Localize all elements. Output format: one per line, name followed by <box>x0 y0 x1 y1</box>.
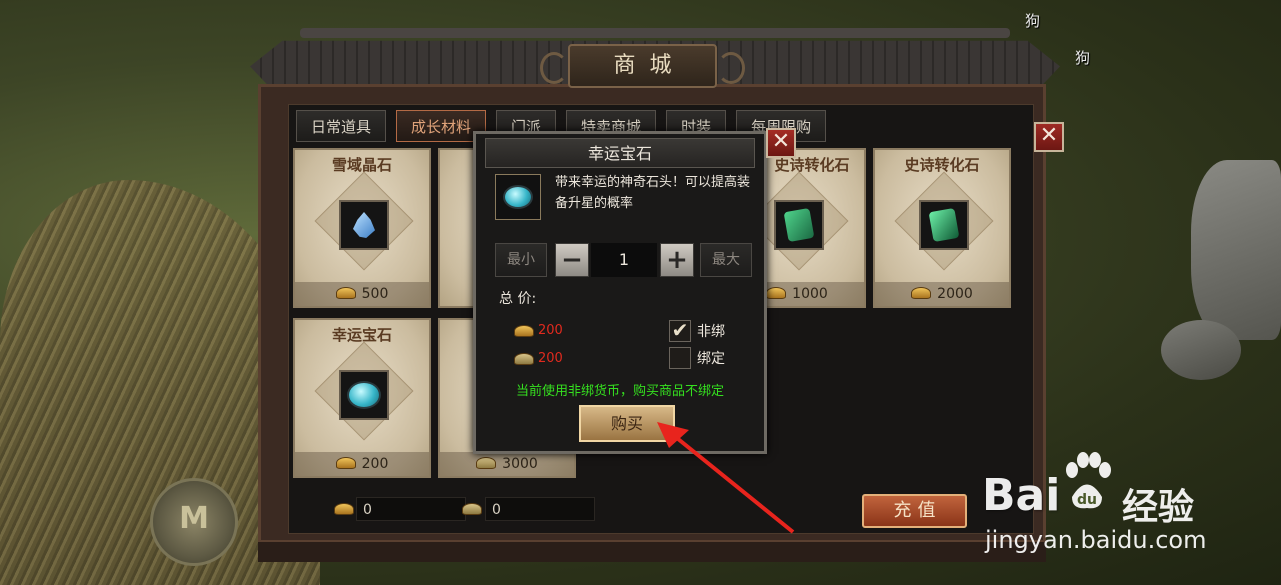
npc-name-label: 狗 <box>1075 49 1091 67</box>
gold-ingot-icon <box>514 325 534 337</box>
max-quantity-button[interactable]: 最大 <box>700 243 752 277</box>
shop-item-card[interactable]: 幸运宝石 200 <box>293 318 431 478</box>
item-price: 200 <box>361 456 389 472</box>
skill-medallion-icon[interactable]: M <box>150 478 238 566</box>
green-rune-stone-icon <box>928 207 960 243</box>
quantity-input[interactable]: 1 <box>591 243 657 277</box>
bound-ingot-icon <box>462 503 482 515</box>
bound-ingot-icon <box>476 457 497 469</box>
min-quantity-button[interactable]: 最小 <box>495 243 547 277</box>
unbound-option-label: 非绑 <box>697 324 725 340</box>
recharge-button[interactable]: 充值 <box>862 494 967 528</box>
unbound-price: 200 <box>538 323 563 338</box>
shop-item-card[interactable]: 雪域晶石 500 <box>293 148 431 308</box>
gold-ingot-icon <box>766 287 787 299</box>
gold-ingot-icon <box>335 287 356 299</box>
background-rock <box>1191 160 1281 340</box>
total-price-label: 总 价: <box>499 291 537 307</box>
lucky-gem-icon <box>347 381 381 409</box>
gold-ingot-icon <box>335 457 356 469</box>
unbound-checkbox[interactable]: ✔ <box>669 320 691 342</box>
dialog-item-icon-frame <box>495 174 541 220</box>
item-price: 2000 <box>937 286 973 302</box>
watermark-url: jingyan.baidu.com <box>985 526 1207 554</box>
item-price: 1000 <box>792 286 828 302</box>
green-stone-icon <box>783 207 815 243</box>
item-description: 带来幸运的神奇石头！可以提高装备升星的概率 <box>555 175 751 211</box>
binding-notice: 当前使用非绑货币，购买商品不绑定 <box>515 384 724 399</box>
shop-close-button[interactable]: ✕ <box>1034 122 1064 152</box>
bound-checkbox[interactable] <box>669 347 691 369</box>
bound-ingot-icon <box>514 353 534 365</box>
baidu-jingyan-brand: 经验 <box>1122 487 1195 528</box>
svg-text:du: du <box>1077 492 1097 508</box>
gold-ingot-icon <box>911 287 932 299</box>
lucky-gem-icon <box>503 185 533 209</box>
increase-quantity-button[interactable]: + <box>660 243 694 277</box>
bound-ingot-balance: 0 <box>485 497 595 521</box>
red-arrow-annotation <box>657 422 795 534</box>
ice-crystal-icon <box>353 212 375 238</box>
decrease-quantity-button[interactable]: − <box>555 243 589 277</box>
npc-name-label: 狗 <box>1025 12 1041 30</box>
dialog-title: 幸运宝石 <box>485 138 755 168</box>
ingot-balance: 0 <box>356 497 466 521</box>
gold-ingot-icon <box>334 503 354 515</box>
bound-price: 200 <box>538 351 563 366</box>
shop-item-card[interactable]: 史诗转化石 2000 <box>873 148 1011 308</box>
dialog-close-button[interactable]: ✕ <box>766 128 796 158</box>
baidu-logo: Bai <box>982 470 1061 521</box>
tab-daily-items[interactable]: 日常道具 <box>296 110 387 142</box>
item-price: 3000 <box>502 456 538 472</box>
shop-frame-base <box>258 540 1046 562</box>
baidu-paw-icon: du <box>1066 452 1111 509</box>
background-rock <box>1161 320 1241 380</box>
shop-title: 商城 <box>540 44 745 88</box>
bound-option-label: 绑定 <box>697 351 725 367</box>
shop-roof-ridge <box>300 28 1010 38</box>
item-price: 500 <box>361 286 389 302</box>
